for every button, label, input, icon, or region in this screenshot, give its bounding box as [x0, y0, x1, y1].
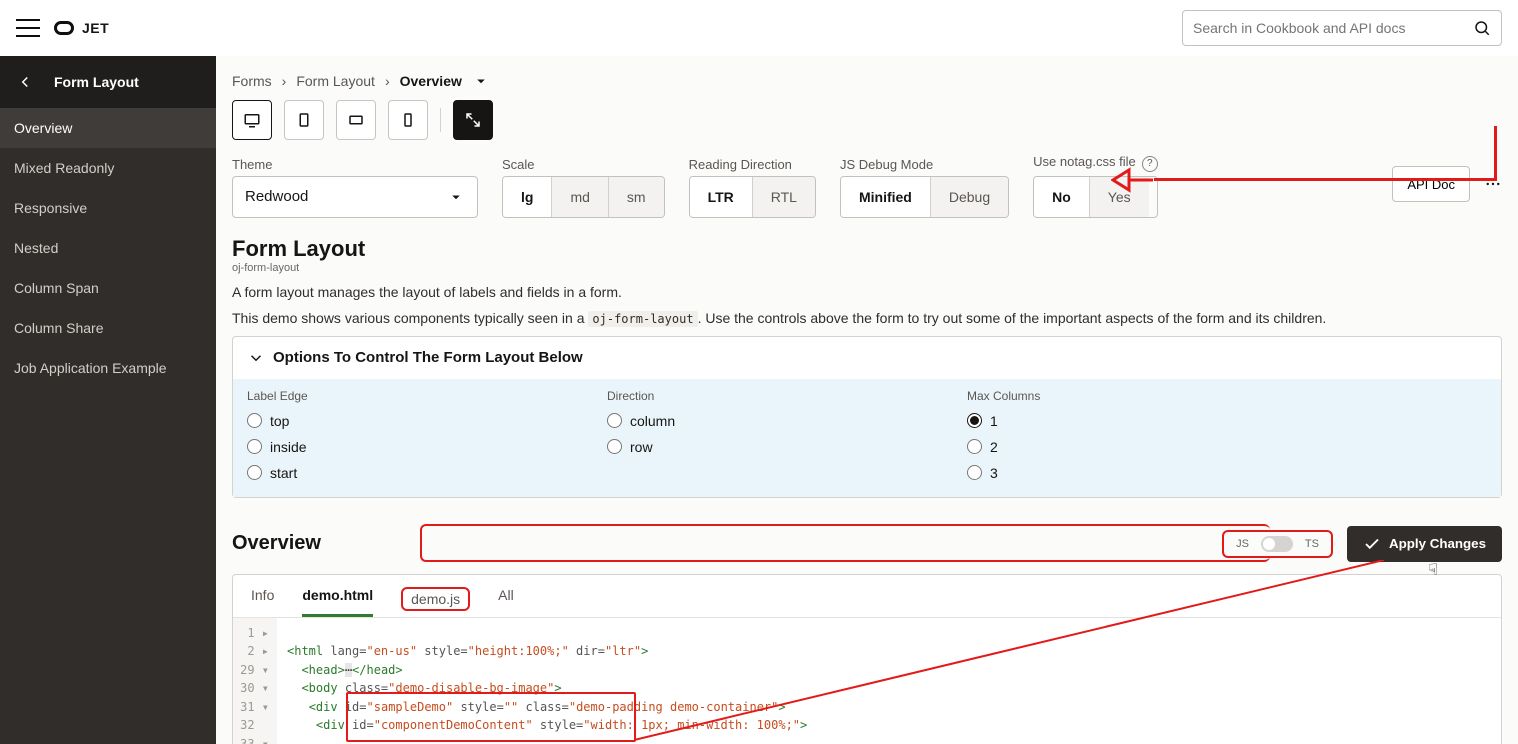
topbar: JET: [0, 0, 1518, 56]
dir-ltr[interactable]: LTR: [690, 177, 753, 217]
sidebar-item-job-application[interactable]: Job Application Example: [0, 348, 216, 388]
breadcrumb-current[interactable]: Overview: [400, 73, 462, 89]
sidebar-item-mixed-readonly[interactable]: Mixed Readonly: [0, 148, 216, 188]
menu-icon[interactable]: [16, 19, 40, 37]
caret-down-icon: [447, 188, 465, 206]
cursor-icon: ☟: [1428, 560, 1438, 580]
radio-max-1[interactable]: 1: [967, 413, 1267, 429]
tab-demo-html[interactable]: demo.html: [302, 587, 373, 617]
direction-control: Reading Direction LTR RTL: [689, 157, 816, 218]
radio-label-top[interactable]: top: [247, 413, 547, 429]
sidebar-item-column-share[interactable]: Column Share: [0, 308, 216, 348]
debug-minified[interactable]: Minified: [841, 177, 931, 217]
radio-label-start[interactable]: start: [247, 465, 547, 481]
sidebar-item-column-span[interactable]: Column Span: [0, 268, 216, 308]
apply-changes-button[interactable]: Apply Changes: [1347, 526, 1502, 562]
annotation-box: [346, 692, 636, 742]
option-col-label-edge: Label Edge top inside start: [247, 389, 547, 481]
sidebar-item-nested[interactable]: Nested: [0, 228, 216, 268]
device-desktop[interactable]: [232, 100, 272, 140]
chevron-down-icon: [247, 349, 265, 367]
scale-lg[interactable]: lg: [503, 177, 552, 217]
device-fullscreen[interactable]: [453, 100, 493, 140]
sidebar: Form Layout Overview Mixed Readonly Resp…: [0, 56, 216, 744]
search-input[interactable]: [1193, 20, 1473, 36]
debug-debug[interactable]: Debug: [931, 177, 1008, 217]
scale-md[interactable]: md: [552, 177, 608, 217]
annotation-line: [1154, 178, 1496, 181]
options-panel: Options To Control The Form Layout Below…: [232, 336, 1502, 498]
brand-text: JET: [82, 20, 109, 36]
brand[interactable]: JET: [54, 20, 109, 36]
device-phone[interactable]: [388, 100, 428, 140]
sidebar-header[interactable]: Form Layout: [0, 56, 216, 108]
tab-demo-js[interactable]: demo.js: [401, 587, 470, 611]
direction-label: Reading Direction: [689, 157, 816, 172]
direction-seg: LTR RTL: [689, 176, 816, 218]
sidebar-item-overview[interactable]: Overview: [0, 108, 216, 148]
radio-max-3[interactable]: 3: [967, 465, 1267, 481]
annotation-line: [634, 560, 1384, 744]
top-right-actions: API Doc: [1392, 166, 1502, 202]
search-input-wrap[interactable]: [1182, 10, 1502, 46]
device-tablet-portrait[interactable]: [284, 100, 324, 140]
scale-seg: lg md sm: [502, 176, 665, 218]
sidebar-item-responsive[interactable]: Responsive: [0, 188, 216, 228]
api-doc-button[interactable]: API Doc: [1392, 166, 1470, 202]
radio-dir-column[interactable]: column: [607, 413, 907, 429]
description-1: A form layout manages the layout of labe…: [232, 284, 1502, 300]
annotation-box: [420, 524, 1270, 562]
scale-sm[interactable]: sm: [609, 177, 664, 217]
search-icon: [1473, 19, 1491, 37]
tab-all[interactable]: All: [498, 587, 514, 617]
device-tablet-landscape[interactable]: [336, 100, 376, 140]
tab-info[interactable]: Info: [251, 587, 274, 617]
breadcrumb-link[interactable]: Form Layout: [296, 73, 375, 89]
radio-dir-row[interactable]: row: [607, 439, 907, 455]
page-title: Form Layout: [232, 236, 1502, 262]
brand-logo-icon: [54, 21, 74, 35]
section-title: Overview: [232, 532, 321, 555]
chevron-left-icon: [16, 73, 34, 91]
scale-control: Scale lg md sm: [502, 157, 665, 218]
device-bar: [232, 100, 1502, 140]
debug-seg: Minified Debug: [840, 176, 1009, 218]
code-gutter: 1 ▸ 2 ▸29 ▾30 ▾31 ▾32 33 ▾34 ▾35 36: [233, 618, 277, 744]
theme-control: Theme Redwood: [232, 157, 478, 218]
breadcrumb: Forms› Form Layout› Overview: [216, 56, 1518, 100]
component-tag: oj-form-layout: [232, 262, 1502, 274]
annotation-arrow-icon: [1111, 158, 1155, 202]
lang-ts: TS: [1305, 538, 1319, 550]
options-header[interactable]: Options To Control The Form Layout Below: [233, 337, 1501, 379]
theme-label: Theme: [232, 157, 478, 172]
dir-rtl[interactable]: RTL: [753, 177, 815, 217]
breadcrumb-link[interactable]: Forms: [232, 73, 272, 89]
radio-label-inside[interactable]: inside: [247, 439, 547, 455]
option-col-direction: Direction column row: [607, 389, 907, 481]
description-2: This demo shows various components typic…: [232, 310, 1502, 326]
theme-select[interactable]: Redwood: [232, 176, 478, 218]
option-col-max-columns: Max Columns 1 2 3: [967, 389, 1267, 481]
annotation-line: [1494, 126, 1497, 181]
check-icon: [1363, 535, 1381, 553]
debug-label: JS Debug Mode: [840, 157, 1009, 172]
scale-label: Scale: [502, 157, 665, 172]
debug-control: JS Debug Mode Minified Debug: [840, 157, 1009, 218]
sidebar-title: Form Layout: [54, 74, 139, 90]
notag-no[interactable]: No: [1034, 177, 1090, 217]
radio-max-2[interactable]: 2: [967, 439, 1267, 455]
caret-down-icon[interactable]: [472, 72, 490, 90]
